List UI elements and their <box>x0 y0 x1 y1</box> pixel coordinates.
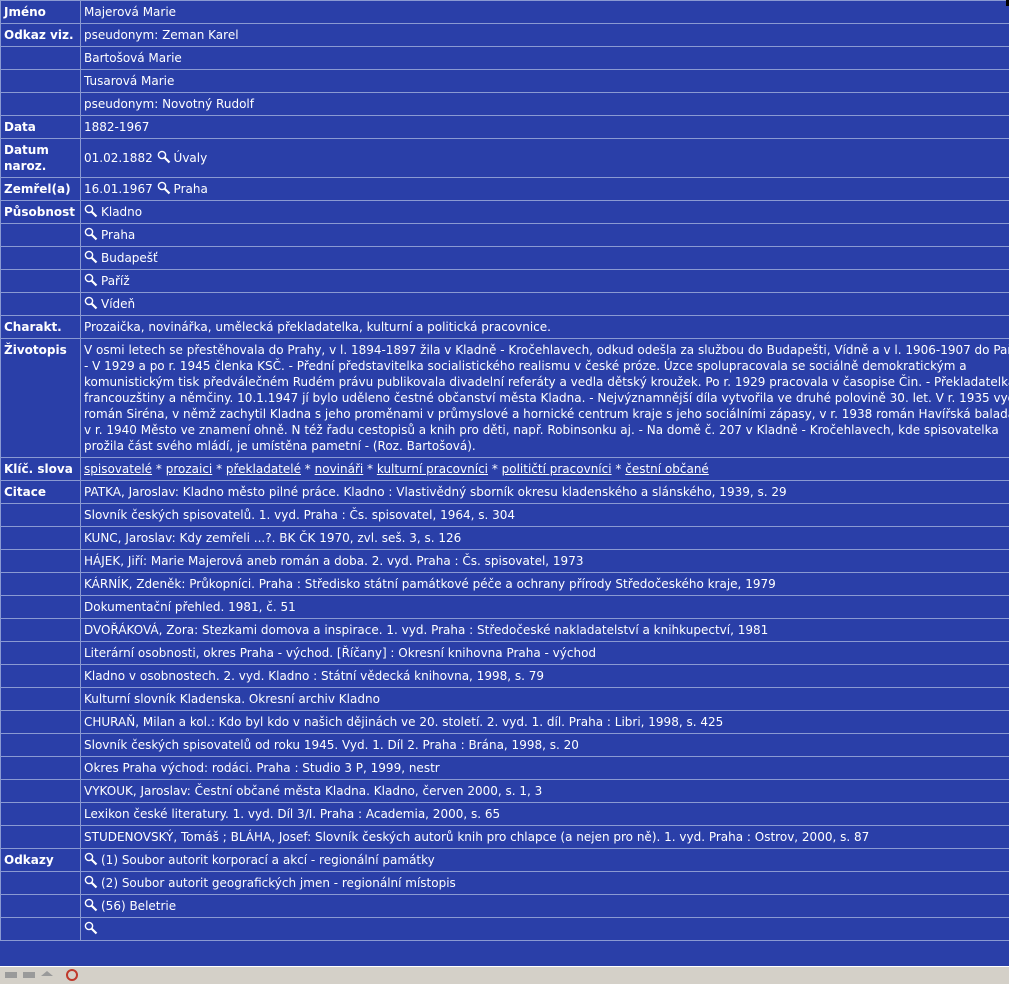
keyword-link[interactable]: čestní občané <box>625 462 709 476</box>
search-icon <box>84 296 98 310</box>
citation-item: STUDENOVSKÝ, Tomáš ; BLÁHA, Josef: Slovn… <box>81 826 1009 848</box>
death-place-link[interactable]: Praha <box>157 181 208 196</box>
value-birth: 01.02.1882 Úvaly <box>81 139 1009 177</box>
citation-item: Slovník českých spisovatelů. 1. vyd. Pra… <box>81 504 1009 526</box>
record-panel: Jméno Majerová Marie Odkaz viz. pseudony… <box>0 0 1009 966</box>
keyword-link[interactable]: spisovatelé <box>84 462 152 476</box>
see-ref-item: Bartošová Marie <box>81 47 1009 69</box>
row-see-ref: Odkaz viz. pseudonym: Zeman Karel <box>1 24 1009 46</box>
activity-place-link[interactable]: Praha <box>84 227 135 242</box>
label-birth: Datum naroz. <box>1 139 80 177</box>
row-dates: Data 1882-1967 <box>1 116 1009 138</box>
birth-place-link[interactable]: Úvaly <box>157 150 207 165</box>
label-charakt: Charakt. <box>1 316 80 338</box>
row-activity: Působnost Kladno <box>1 201 1009 223</box>
citation-item: KÁRNÍK, Zdeněk: Průkopníci. Praha : Stře… <box>81 573 1009 595</box>
row-charakt: Charakt. Prozaička, novinářka, umělecká … <box>1 316 1009 338</box>
row-keywords: Klíč. slova spisovatelé * prozaici * pře… <box>1 458 1009 480</box>
value-bio: V osmi letech se přestěhovala do Prahy, … <box>81 339 1009 457</box>
death-date: 16.01.1967 <box>84 182 153 196</box>
citation-item: Slovník českých spisovatelů od roku 1945… <box>81 734 1009 756</box>
keyword-link[interactable]: překladatelé <box>226 462 301 476</box>
forward-icon <box>23 972 35 978</box>
value-dates: 1882-1967 <box>81 116 1009 138</box>
authority-link[interactable]: (2) Soubor autorit geografických jmen - … <box>84 875 456 890</box>
search-icon <box>84 898 98 912</box>
home-icon <box>41 971 53 976</box>
activity-place-link[interactable]: Budapešť <box>84 250 158 265</box>
authority-link[interactable]: (1) Soubor autorit korporací a akcí - re… <box>84 852 435 867</box>
search-icon <box>84 273 98 287</box>
search-icon <box>84 921 98 935</box>
citation-item: Kladno v osobnostech. 2. vyd. Kladno : S… <box>81 665 1009 687</box>
activity-place-link[interactable]: Vídeň <box>84 296 135 311</box>
keyword-link[interactable]: novináři <box>315 462 364 476</box>
citation-item: Lexikon české literatury. 1. vyd. Díl 3/… <box>81 803 1009 825</box>
row-death: Zemřel(a) 16.01.1967 Praha <box>1 178 1009 200</box>
activity-place-link[interactable]: Kladno <box>84 204 142 219</box>
citation-item: Dokumentační přehled. 1981, č. 51 <box>81 596 1009 618</box>
search-icon <box>84 875 98 889</box>
search-icon <box>84 227 98 241</box>
search-icon <box>84 250 98 264</box>
search-icon <box>84 204 98 218</box>
citation-item: CHURAŇ, Milan a kol.: Kdo byl kdo v naši… <box>81 711 1009 733</box>
row-bio: Životopis V osmi letech se přestěhovala … <box>1 339 1009 457</box>
label-bio: Životopis <box>1 339 80 457</box>
label-name: Jméno <box>1 1 80 23</box>
value-death: 16.01.1967 Praha <box>81 178 1009 200</box>
see-ref-item: pseudonym: Novotný Rudolf <box>81 93 1009 115</box>
citation-item: DVOŘÁKOVÁ, Zora: Stezkami domova a inspi… <box>81 619 1009 641</box>
see-ref-item: Tusarová Marie <box>81 70 1009 92</box>
keyword-link[interactable]: političtí pracovníci <box>502 462 612 476</box>
see-ref-item: pseudonym: Zeman Karel <box>81 24 1009 46</box>
label-dates: Data <box>1 116 80 138</box>
citation-item: PATKA, Jaroslav: Kladno město pilné prác… <box>81 481 1009 503</box>
citation-item: Literární osobnosti, okres Praha - výcho… <box>81 642 1009 664</box>
authority-link[interactable]: (56) Beletrie <box>84 898 176 913</box>
value-name: Majerová Marie <box>81 1 1009 23</box>
label-activity: Působnost <box>1 201 80 223</box>
search-icon <box>157 150 170 164</box>
birth-date: 01.02.1882 <box>84 151 153 165</box>
value-charakt: Prozaička, novinářka, umělecká překladat… <box>81 316 1009 338</box>
activity-place-link[interactable]: Paříž <box>84 273 130 288</box>
page-icon <box>66 969 78 981</box>
citation-item: VYKOUK, Jaroslav: Čestní občané města Kl… <box>81 780 1009 802</box>
row-birth: Datum naroz. 01.02.1882 Úvaly <box>1 139 1009 177</box>
row-citations: Citace PATKA, Jaroslav: Kladno město pil… <box>1 481 1009 503</box>
authority-link-partial[interactable] <box>84 921 101 936</box>
value-keywords: spisovatelé * prozaici * překladatelé * … <box>81 458 1009 480</box>
label-links: Odkazy <box>1 849 80 871</box>
label-citations: Citace <box>1 481 80 503</box>
label-see-ref: Odkaz viz. <box>1 24 80 46</box>
citation-item: HÁJEK, Jiří: Marie Majerová aneb román a… <box>81 550 1009 572</box>
citation-item: KUNC, Jaroslav: Kdy zemřeli ...?. BK ČK … <box>81 527 1009 549</box>
row-links: Odkazy (1) Soubor autorit korporací a ak… <box>1 849 1009 871</box>
row-name: Jméno Majerová Marie <box>1 1 1009 23</box>
label-keywords: Klíč. slova <box>1 458 80 480</box>
record-table: Jméno Majerová Marie Odkaz viz. pseudony… <box>0 0 1009 941</box>
back-icon <box>5 972 17 978</box>
citation-item: Kulturní slovník Kladenska. Okresní arch… <box>81 688 1009 710</box>
label-death: Zemřel(a) <box>1 178 80 200</box>
browser-status-bar <box>0 966 1009 984</box>
search-icon <box>157 181 170 195</box>
keyword-link[interactable]: kulturní pracovníci <box>377 462 488 476</box>
keyword-link[interactable]: prozaici <box>166 462 213 476</box>
search-icon <box>84 852 98 866</box>
citation-item: Okres Praha východ: rodáci. Praha : Stud… <box>81 757 1009 779</box>
